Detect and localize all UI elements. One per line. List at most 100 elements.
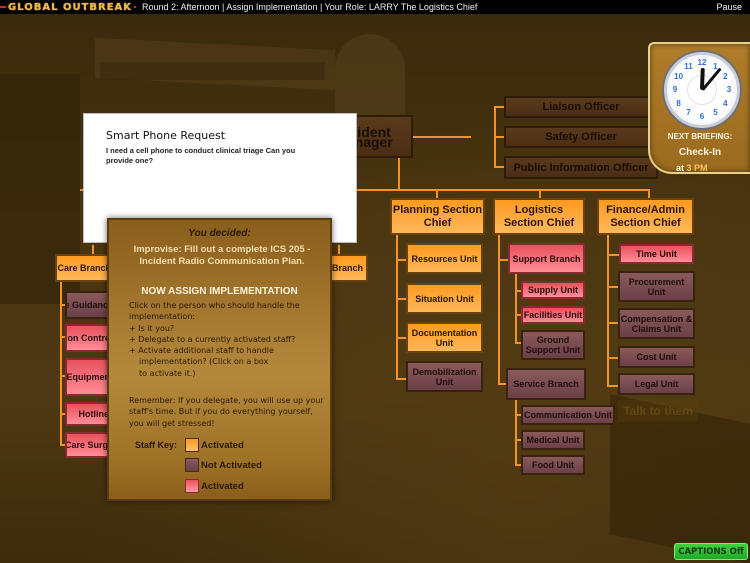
assign-instructions: Click on the person who should handle th…: [129, 300, 329, 379]
you-decided-heading: You decided:: [188, 228, 251, 239]
connector-line: [515, 400, 517, 466]
connector-line: [498, 259, 508, 261]
node-label: Compensation & Claims Unit: [620, 313, 693, 334]
node-label: Facilities Unit: [523, 310, 583, 320]
next-briefing-label: NEXT BRIEFING:: [667, 132, 733, 141]
node-medical-unit[interactable]: Medical Unit: [521, 430, 585, 450]
node-label: Cost Unit: [636, 352, 677, 362]
clock-numeral: 4: [723, 98, 728, 108]
top-bar: GLOBAL OUTBREAK Round 2: Afternoon | Ass…: [0, 0, 750, 14]
node-label: Resources Unit: [411, 253, 478, 264]
instruction-line: to activate it.): [139, 368, 196, 378]
node-liaison-officer[interactable]: Liaison Officer: [504, 96, 658, 118]
instruction-line: + Delegate to a currently activated staf…: [129, 334, 296, 344]
node-ground-support-unit[interactable]: Ground Support Unit: [521, 330, 585, 360]
node-label: Procurement Unit: [628, 276, 685, 297]
connector-line: [60, 282, 62, 444]
node-service-branch[interactable]: Service Branch: [506, 368, 586, 400]
clock-numeral: 12: [697, 58, 707, 67]
node-label: Liaison Officer: [542, 101, 620, 113]
node-support-branch[interactable]: Support Branch: [508, 243, 585, 274]
node-label: Ground Support Unit: [525, 335, 581, 355]
node-label: Finance/Admin Section Chief: [606, 203, 685, 229]
node-safety-officer[interactable]: Safety Officer: [504, 126, 658, 148]
node-food-unit[interactable]: Food Unit: [521, 455, 585, 475]
staff-key-text: Not Activated: [201, 459, 262, 471]
node-legal-unit[interactable]: Legal Unit: [618, 373, 695, 395]
node-label: Logistics Section Chief: [503, 203, 575, 229]
clock-numeral: 11: [684, 61, 693, 71]
node-documentation-unit[interactable]: Documentation Unit: [406, 322, 483, 353]
next-briefing-panel: 12 1 2 3 4 5 6 7 8 9 10 11 NEXT BRIEFING: Check-In …: [648, 42, 750, 174]
assign-heading: NOW ASSIGN IMPLEMENTATION: [141, 286, 298, 297]
node-label: Communication Unit: [524, 410, 612, 420]
node-supply-unit[interactable]: Supply Unit: [521, 281, 585, 299]
node-label: Personal Protective Equipment: [66, 372, 113, 382]
request-body: I need a cell phone to conduct clinical …: [106, 146, 296, 165]
clock-numeral: 1: [713, 61, 718, 71]
game-logo: GLOBAL OUTBREAK: [0, 0, 136, 14]
node-public-information-officer[interactable]: Public Information Officer: [504, 156, 658, 179]
node-communication-unit[interactable]: Communication Unit: [521, 405, 615, 425]
node-demobilization-unit[interactable]: Demobilization Unit: [406, 361, 483, 392]
activated-pink-swatch-icon: [185, 479, 199, 493]
talk-label: Talk to them: [623, 404, 693, 418]
clock-numeral: 9: [672, 85, 678, 94]
node-finance-admin-section-chief[interactable]: Finance/Admin Section Chief: [597, 198, 694, 235]
captions-toggle-button[interactable]: CAPTIONS Off: [674, 543, 748, 560]
node-label: Branch: [331, 263, 363, 273]
node-situation-unit[interactable]: Situation Unit: [406, 283, 483, 314]
clock-numeral: 2: [723, 71, 728, 81]
node-label: Documentation Unit: [411, 327, 478, 348]
node-label: Clinical Care Guidance: [67, 300, 113, 310]
instruction-line: implementation? (Click on a box: [139, 357, 269, 367]
node-health-care-branch[interactable]: Health Care Branch: [55, 254, 115, 282]
node-resources-unit[interactable]: Resources Unit: [406, 243, 483, 274]
node-label: Public Information Officer: [513, 161, 649, 174]
node-label: Support Branch: [512, 253, 581, 264]
node-cost-unit[interactable]: Cost Unit: [618, 346, 695, 368]
talk-to-them-button[interactable]: Talk to them: [618, 400, 698, 422]
connector-line: [398, 158, 400, 190]
staff-key-text: Activated: [201, 439, 244, 451]
at-label: at: [676, 163, 685, 173]
node-facilities-unit[interactable]: Facilities Unit: [521, 306, 585, 324]
clock-numeral: 3: [726, 85, 732, 94]
request-title: Smart Phone Request: [106, 129, 226, 142]
node-label: Planning Section Chief: [392, 203, 483, 229]
instruction-line: + Is it you?: [129, 323, 175, 333]
connector-line: [494, 166, 504, 168]
node-label: Legal Unit: [634, 379, 679, 389]
pause-button[interactable]: Pause: [716, 2, 742, 12]
connector-line: [413, 136, 471, 138]
node-label: Health Care Branch: [57, 263, 111, 273]
clock-numeral: 8: [676, 98, 681, 108]
background-character: [335, 34, 405, 124]
connector-line: [607, 235, 609, 387]
clock-numeral: 6: [699, 112, 705, 121]
connector-line: [494, 106, 504, 108]
node-compensation-claims-unit[interactable]: Compensation & Claims Unit: [618, 308, 695, 339]
captions-label: CAPTIONS Off: [678, 546, 744, 557]
node-label: Safety Officer: [545, 131, 617, 143]
clock-numeral: 7: [686, 108, 691, 118]
logo-text: GLOBAL OUTBREAK: [6, 1, 135, 13]
node-planning-section-chief[interactable]: Planning Section Chief: [390, 198, 485, 235]
clock-icon: 12 1 2 3 4 5 6 7 8 9 10 11: [664, 52, 740, 128]
node-logistics-section-chief[interactable]: Logistics Section Chief: [493, 198, 585, 235]
background-bench-shadow: [100, 62, 325, 80]
remember-note: Remember: If you delegate, you will use …: [129, 396, 324, 428]
node-time-unit[interactable]: Time Unit: [619, 244, 694, 264]
briefing-name: Check-In: [678, 147, 722, 158]
instruction-line: Click on the person who should handle th…: [129, 301, 300, 322]
node-label: Service Branch: [513, 379, 579, 389]
node-label: Time Unit: [636, 249, 677, 259]
staff-key-item: Activated: [185, 438, 244, 452]
node-operations-branch[interactable]: Branch: [330, 254, 368, 282]
node-procurement-unit[interactable]: Procurement Unit: [618, 271, 695, 302]
node-label: Medical Unit: [526, 435, 580, 445]
instruction-line: + Activate additional staff to handle: [129, 346, 274, 356]
connector-line: [396, 235, 398, 380]
staff-key-item: Activated: [185, 479, 244, 493]
connector-line: [498, 235, 500, 385]
